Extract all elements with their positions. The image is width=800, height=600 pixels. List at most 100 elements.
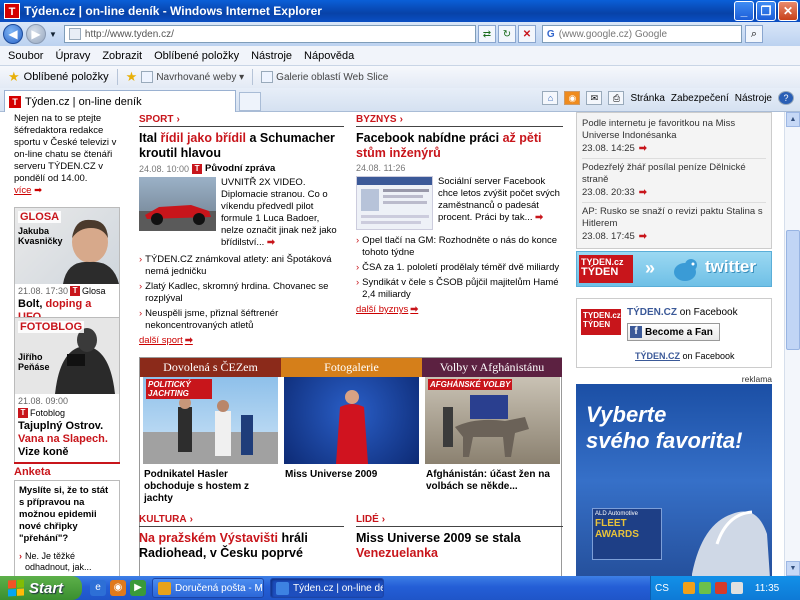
list-item[interactable]: › TÝDEN.CZ známkoval atlety: ani Špotákov… xyxy=(139,254,344,278)
mail-icon[interactable]: ✉ xyxy=(586,91,603,105)
facebook-screenshot-image xyxy=(357,177,432,224)
add-favorite-icon[interactable]: ★ xyxy=(126,69,138,85)
sport-story-body: UVNITŘ 2X VIDEO. Diplomacie stranou. Co … xyxy=(221,177,337,248)
suggested-sites-link[interactable]: Navrhované weby ▾ xyxy=(141,71,244,83)
gallery-tab-cez[interactable]: Dovolená s ČEZem xyxy=(140,358,281,377)
web-slice-gallery-link[interactable]: Galerie oblastí Web Slice xyxy=(261,71,388,83)
firefox-quicklaunch-icon[interactable]: ◉ xyxy=(110,580,126,596)
fotoblog-photo[interactable]: FOTOBLOG Jiřího Peňáse xyxy=(15,318,119,394)
sport-headline[interactable]: Ital řídil jako břídil a Schumacher krou… xyxy=(139,131,344,161)
language-indicator[interactable]: CS xyxy=(655,583,669,594)
taskbar-item-ie[interactable]: Týden.cz | on-line de... xyxy=(270,578,384,598)
business-heading[interactable]: BYZNYS › xyxy=(356,114,563,127)
ad-banner[interactable]: Vyberte svého favorita! ALD Automotive FL… xyxy=(576,384,772,576)
help-icon[interactable]: ? xyxy=(778,91,794,105)
close-button[interactable]: ✕ xyxy=(778,1,798,21)
search-icon[interactable]: ⌕ xyxy=(744,25,763,43)
scroll-up-icon[interactable]: ▲ xyxy=(786,112,800,127)
gallery-item[interactable]: Miss Universe 2009 xyxy=(281,377,422,486)
menu-oblibene[interactable]: Oblíbené položky xyxy=(154,50,239,62)
menu-napoveda[interactable]: Nápověda xyxy=(304,50,354,62)
tyden-favicon: T xyxy=(9,95,21,108)
feeds-icon[interactable]: ◉ xyxy=(564,91,581,105)
more-sport-link[interactable]: další sport ➡ xyxy=(139,335,344,346)
list-item[interactable]: AP: Rusko se snaží o revizi paktu Stalin… xyxy=(582,203,766,246)
people-heading[interactable]: LIDÉ › xyxy=(356,514,563,527)
new-tab-button[interactable] xyxy=(239,92,261,111)
sport-thumbnail[interactable] xyxy=(139,177,216,231)
news-date: 23.08. 20:33 xyxy=(582,187,635,198)
list-item[interactable]: › Opel tlačí na GM: Rozhodněte o nás do k… xyxy=(356,235,563,259)
gallery-item[interactable]: AFGHÁNSKÉ VOLBY Afghánistán: účast žen n… xyxy=(422,377,563,498)
compatibility-icon[interactable]: ⇄ xyxy=(477,25,496,43)
favorites-button[interactable]: Oblíbené položky xyxy=(24,71,109,83)
tools-menu[interactable]: Nástroje xyxy=(735,93,772,104)
poll-option[interactable]: › Ne. Je těžké odhadnout, jak... xyxy=(19,551,115,573)
business-headline[interactable]: Facebook nabídne práci až pěti stům inže… xyxy=(356,131,563,161)
tab-tyden[interactable]: T Týden.cz | on-line deník xyxy=(4,90,236,112)
glosa-photo[interactable]: GLOSA Jakuba Kvasničky xyxy=(15,208,119,284)
sport-heading[interactable]: SPORT › xyxy=(139,114,344,127)
scrollbar-thumb[interactable] xyxy=(786,230,800,350)
history-dropdown-icon[interactable]: ▼ xyxy=(49,30,57,39)
gallery-tab-afghanistan[interactable]: Volby v Afghánistánu xyxy=(422,358,562,377)
tray-app-icon[interactable] xyxy=(682,582,695,594)
fotoblog-card[interactable]: FOTOBLOG Jiřího Peňáse 21.08. 09:00 T Fo… xyxy=(14,317,120,463)
search-input[interactable]: G (www.google.cz) Google xyxy=(541,25,742,43)
facebook-footer-link[interactable]: TÝDEN.CZ xyxy=(635,351,680,361)
minimize-button[interactable]: _ xyxy=(734,1,754,21)
list-item[interactable]: Podle internetu je favoritkou na Miss Un… xyxy=(582,115,766,159)
refresh-icon[interactable]: ↻ xyxy=(497,25,516,43)
arrow-icon[interactable]: ➡ xyxy=(267,237,275,248)
ie-quicklaunch-icon[interactable]: e xyxy=(90,580,106,596)
stop-icon[interactable]: ✕ xyxy=(517,25,536,43)
gallery-caption: Podnikatel Hasler obchoduje s hostem z j… xyxy=(144,469,250,504)
list-item[interactable]: › ČSA za 1. pololetí prodělaly téměř dvě … xyxy=(356,262,563,274)
tray-volume-icon[interactable] xyxy=(730,582,743,594)
tray-security-icon[interactable] xyxy=(714,582,727,594)
gallery-tab-fotogalerie[interactable]: Fotogalerie xyxy=(281,358,422,377)
arrow-icon[interactable]: ➡ xyxy=(535,212,543,223)
glosa-card[interactable]: GLOSA Jakuba Kvasničky 21.08. 17:30 T Gl… xyxy=(14,207,120,328)
url-field[interactable]: http://www.tyden.cz/ xyxy=(63,25,476,43)
list-item[interactable]: › Zlatý Kadlec, skromný hrdina. Chovanec … xyxy=(139,281,344,305)
start-button[interactable]: Start xyxy=(0,576,82,600)
more-business-link[interactable]: další byznys ➡ xyxy=(356,304,563,315)
list-item[interactable]: › Syndikát v čele s ČSOB půjčil majitelům… xyxy=(356,277,563,301)
twitter-banner[interactable]: TYDEN.cz TÝDEN » twitter xyxy=(576,251,772,287)
back-button[interactable]: ◀ xyxy=(3,24,23,44)
business-thumbnail[interactable] xyxy=(356,176,433,230)
home-icon[interactable]: ⌂ xyxy=(542,91,559,105)
favorites-star-icon[interactable]: ★ xyxy=(8,69,20,85)
more-link[interactable]: více xyxy=(14,185,31,196)
media-quicklaunch-icon[interactable]: ▶ xyxy=(130,580,146,596)
chevron-right-icon: › xyxy=(19,551,22,561)
page-menu[interactable]: Stránka xyxy=(630,93,664,104)
fotoblog-title[interactable]: Tajuplný Ostrov. Vana na Slapech. Vize k… xyxy=(15,420,119,462)
forward-button[interactable]: ▶ xyxy=(26,24,46,44)
maximize-button[interactable]: ❐ xyxy=(756,1,776,21)
list-item[interactable]: › Neuspěli jsme, přiznal šéftrenér nekonc… xyxy=(139,308,344,332)
scroll-down-icon[interactable]: ▼ xyxy=(786,561,800,576)
menu-soubor[interactable]: Soubor xyxy=(8,50,43,62)
list-item[interactable]: Podezřelý žhář posílal peníze Dělnické s… xyxy=(582,159,766,203)
culture-headline[interactable]: Na pražském Výstavišti hráli Radiohead, … xyxy=(139,531,344,561)
business-story: Sociální server Facebook chce letos zvýš… xyxy=(356,176,563,230)
vertical-scrollbar[interactable]: ▲ ▼ xyxy=(784,112,800,576)
tray-network-icon[interactable] xyxy=(698,582,711,594)
security-menu[interactable]: Zabezpečení xyxy=(671,93,729,104)
arrow-icon: ➡ xyxy=(638,187,647,198)
become-a-fan-button[interactable]: f Become a Fan xyxy=(627,323,720,341)
facebook-brand[interactable]: TÝDEN.CZ xyxy=(627,307,677,318)
print-icon[interactable]: ⎙ xyxy=(608,91,625,105)
menu-upravy[interactable]: Úpravy xyxy=(55,50,90,62)
favorites-bar: ★ Oblíbené položky ★ Navrhované weby ▾ G… xyxy=(0,66,800,88)
ad-headline-2: svého favorita! xyxy=(586,428,743,453)
menu-nastroje[interactable]: Nástroje xyxy=(251,50,292,62)
gallery-caption: Afghánistán: účast žen na volbách se něk… xyxy=(426,469,550,492)
menu-zobrazit[interactable]: Zobrazit xyxy=(102,50,142,62)
culture-heading[interactable]: KULTURA › xyxy=(139,514,344,527)
people-headline[interactable]: Miss Universe 2009 se stala Venezuelanka xyxy=(356,531,563,561)
taskbar-item-outlook[interactable]: Doručená pošta - Mic... xyxy=(152,578,264,598)
gallery-item[interactable]: POLITICKÝ JACHTING Podnikatel Hasler obc… xyxy=(140,377,281,510)
